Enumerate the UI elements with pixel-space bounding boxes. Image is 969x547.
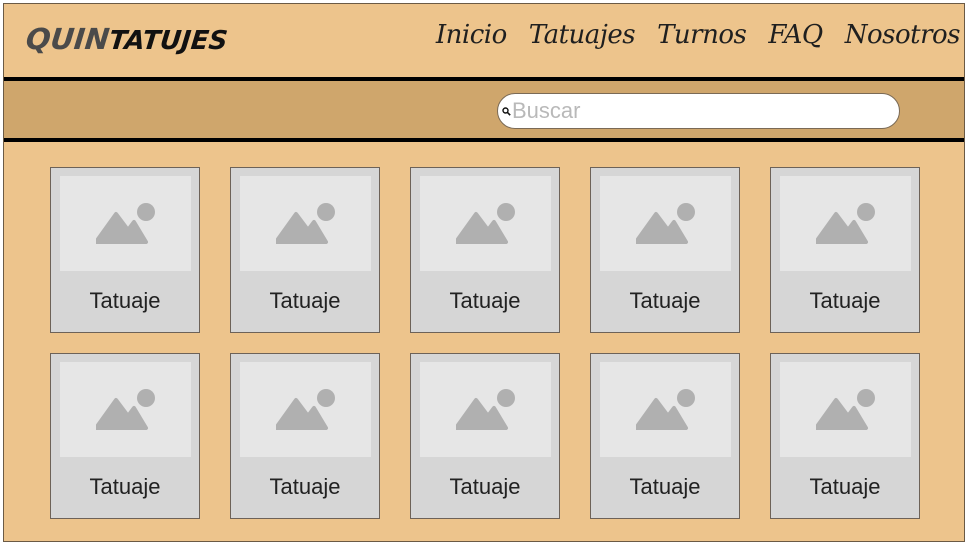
image-placeholder-icon [456, 203, 515, 244]
card-thumbnail [60, 362, 191, 457]
search-icon [501, 105, 511, 117]
card-thumbnail [420, 362, 551, 457]
search-bar-band [4, 81, 964, 139]
gallery-card[interactable]: Tatuaje [230, 167, 380, 333]
image-placeholder-icon [816, 203, 875, 244]
image-placeholder-icon [276, 203, 335, 244]
card-thumbnail [780, 176, 911, 271]
search-box[interactable] [497, 93, 900, 129]
nav-item-turnos[interactable]: Turnos [657, 20, 747, 50]
page-frame: QUINTATUJES Inicio Tatuajes Turnos FAQ N… [3, 3, 965, 542]
card-label: Tatuaje [89, 474, 161, 499]
gallery-card[interactable]: Tatuaje [770, 167, 920, 333]
site-header: QUINTATUJES Inicio Tatuajes Turnos FAQ N… [4, 4, 964, 77]
card-label: Tatuaje [809, 474, 881, 499]
tattoo-gallery: Tatuaje Tatuaje Tatuaje Tatuaje Tatuaje [50, 167, 920, 519]
card-label: Tatuaje [269, 474, 341, 499]
image-placeholder-icon [456, 389, 515, 430]
gallery-card[interactable]: Tatuaje [590, 353, 740, 519]
nav-item-tatuajes[interactable]: Tatuajes [529, 20, 636, 50]
logo-part-quin: QUIN [24, 22, 112, 56]
gallery-card[interactable]: Tatuaje [230, 353, 380, 519]
image-placeholder-icon [636, 203, 695, 244]
search-divider [4, 138, 964, 142]
site-logo[interactable]: QUINTATUJES [24, 22, 229, 56]
gallery-card[interactable]: Tatuaje [410, 353, 560, 519]
card-thumbnail [420, 176, 551, 271]
logo-part-tatujes: TATUJES [107, 26, 229, 56]
card-thumbnail [600, 362, 731, 457]
image-placeholder-icon [636, 389, 695, 430]
image-placeholder-icon [816, 389, 875, 430]
image-placeholder-icon [96, 389, 155, 430]
search-input[interactable] [512, 96, 882, 126]
gallery-card[interactable]: Tatuaje [50, 167, 200, 333]
gallery-card[interactable]: Tatuaje [770, 353, 920, 519]
card-thumbnail [240, 362, 371, 457]
card-thumbnail [600, 176, 731, 271]
card-thumbnail [60, 176, 191, 271]
nav-item-nosotros[interactable]: Nosotros [845, 20, 961, 50]
gallery-card[interactable]: Tatuaje [50, 353, 200, 519]
card-label: Tatuaje [629, 474, 701, 499]
gallery-card[interactable]: Tatuaje [410, 167, 560, 333]
card-thumbnail [240, 176, 371, 271]
main-nav: Inicio Tatuajes Turnos FAQ Nosotros [436, 20, 961, 50]
card-thumbnail [780, 362, 911, 457]
card-label: Tatuaje [269, 288, 341, 313]
card-label: Tatuaje [629, 288, 701, 313]
card-label: Tatuaje [89, 288, 161, 313]
image-placeholder-icon [276, 389, 335, 430]
nav-item-faq[interactable]: FAQ [768, 20, 823, 50]
card-label: Tatuaje [809, 288, 881, 313]
card-label: Tatuaje [449, 474, 521, 499]
image-placeholder-icon [96, 203, 155, 244]
gallery-card[interactable]: Tatuaje [590, 167, 740, 333]
card-label: Tatuaje [449, 288, 521, 313]
nav-item-inicio[interactable]: Inicio [436, 20, 507, 50]
